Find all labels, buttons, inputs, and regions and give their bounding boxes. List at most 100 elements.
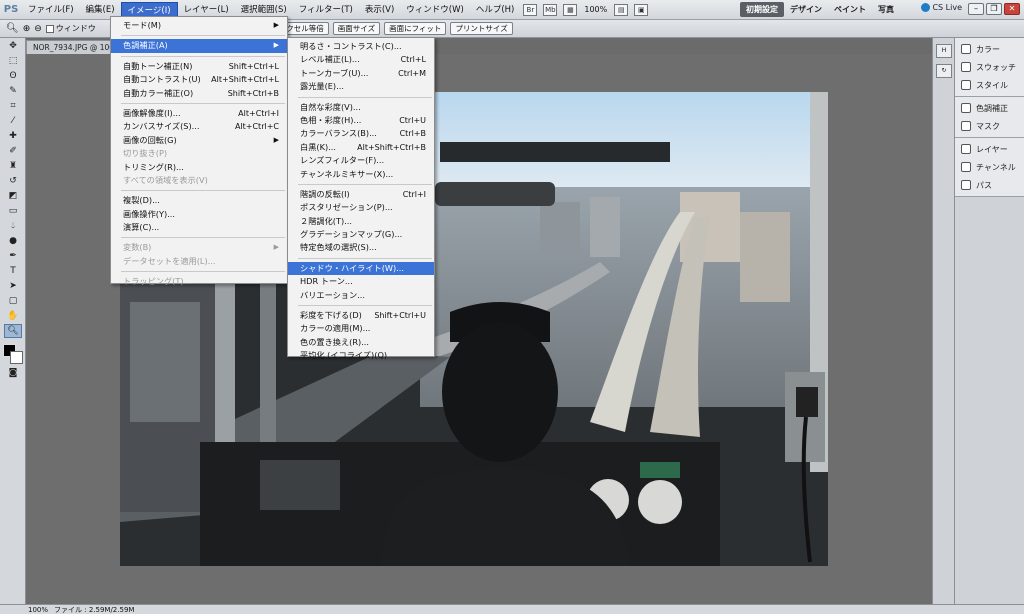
menu-item[interactable]: レンズフィルター(F)... (288, 154, 434, 167)
eraser-tool-icon[interactable]: ◩ (4, 189, 22, 203)
lasso-tool-icon[interactable]: ʘ (4, 69, 22, 83)
type-tool-icon[interactable]: T (4, 264, 22, 278)
cs-live[interactable]: CS Live (921, 3, 962, 12)
menu-item[interactable]: グラデーションマップ(G)... (288, 228, 434, 241)
workspace-button-2[interactable]: ペイント (828, 2, 872, 17)
menu-0[interactable]: ファイル(F) (22, 2, 80, 18)
histogram-icon[interactable]: H (936, 44, 952, 58)
menu-item[interactable]: 色調補正(A) ▶ (111, 39, 287, 53)
menu-8[interactable]: ヘルプ(H) (470, 2, 521, 18)
color-swatches[interactable] (3, 344, 23, 364)
menu-item[interactable]: HDR トーン... (288, 275, 434, 288)
path-selection-tool-icon[interactable]: ➤ (4, 279, 22, 293)
status-doc-info[interactable]: ファイル : 2.59M/2.59M (54, 605, 134, 614)
menu-item[interactable]: 階調の反転(I) Ctrl+I (288, 188, 434, 201)
menu-item[interactable]: シャドウ・ハイライト(W)... (288, 261, 434, 276)
panel-tab-group3-2[interactable]: パス (955, 176, 1024, 194)
blur-tool-icon[interactable]: 💧︎ (4, 219, 22, 233)
zoom-tool-icon[interactable]: 🔍︎ (6, 23, 19, 34)
menu-item[interactable]: カラーバランス(B)... Ctrl+B (288, 127, 434, 140)
fill-screen-button[interactable]: 画面にフィット (384, 22, 447, 35)
menu-7[interactable]: ウィンドウ(W) (400, 2, 470, 18)
panel-tab-group3-0[interactable]: レイヤー (955, 140, 1024, 158)
print-size-button[interactable]: プリントサイズ (450, 22, 513, 35)
menu-item[interactable]: 画像の回転(G) ▶ (111, 134, 287, 147)
menu-item-label: 画像操作(Y)... (123, 208, 175, 219)
menu-item[interactable]: 白黒(K)... Alt+Shift+Ctrl+B (288, 141, 434, 154)
menu-separator (121, 237, 285, 239)
brush-tool-icon[interactable]: ✐ (4, 144, 22, 158)
menu-item[interactable]: 複製(D)... (111, 194, 287, 207)
menu-item[interactable]: ポスタリゼーション(P)... (288, 201, 434, 214)
dodge-tool-icon[interactable]: ● (4, 234, 22, 248)
layers-icon (961, 144, 971, 154)
zoom-select[interactable]: 100% (584, 5, 607, 14)
menu-item[interactable]: レベル補正(L)... Ctrl+L (288, 53, 434, 66)
panel-tab-group1-1[interactable]: スウォッチ (955, 58, 1024, 76)
workspace-button-3[interactable]: 写真 (872, 2, 900, 17)
menu-item[interactable]: トーンカーブ(U)... Ctrl+M (288, 67, 434, 80)
hand-tool-icon[interactable]: ✋ (4, 309, 22, 323)
marquee-tool-icon[interactable]: ⬚ (4, 54, 22, 68)
close-button[interactable]: ✕ (1004, 3, 1020, 15)
background-color[interactable] (10, 351, 23, 364)
bridge-icon[interactable]: Br (523, 3, 538, 16)
pen-tool-icon[interactable]: ✒ (4, 249, 22, 263)
menu-item[interactable]: バリエーション... (288, 289, 434, 302)
gradient-tool-icon[interactable]: ▭ (4, 204, 22, 218)
menu-item[interactable]: 特定色域の選択(S)... (288, 241, 434, 254)
menu-item[interactable]: 露光量(E)... (288, 80, 434, 93)
history-icon[interactable]: ↻ (936, 64, 952, 78)
menu-item: データセットを適用(L)... (111, 255, 287, 268)
zoom-tool-selected-icon[interactable]: 🔍︎ (4, 324, 22, 338)
fit-screen-button[interactable]: 画面サイズ (332, 22, 381, 35)
status-zoom[interactable]: 100% (28, 606, 48, 614)
menu-item[interactable]: 自動トーン補正(N) Shift+Ctrl+L (111, 60, 287, 73)
menu-item: 変数(B) ▶ (111, 241, 287, 254)
arrange-documents-icon[interactable]: ▤ (614, 3, 629, 16)
clone-stamp-tool-icon[interactable]: ♜ (4, 159, 22, 173)
panel-tab-group1-2[interactable]: スタイル (955, 76, 1024, 94)
menu-item[interactable]: 彩度を下げる(D) Shift+Ctrl+U (288, 309, 434, 322)
panel-tab-group1-0[interactable]: カラー (955, 40, 1024, 58)
menu-item[interactable]: 画像解像度(I)... Alt+Ctrl+I (111, 107, 287, 120)
quick-select-tool-icon[interactable]: ✎ (4, 84, 22, 98)
menu-item[interactable]: 平均化 (イコライズ)(Q) (288, 349, 434, 362)
menu-item[interactable]: カラーの適用(M)... (288, 322, 434, 335)
zoom-in-icon[interactable]: ⊕ (23, 24, 31, 34)
panel-tab-group2-0[interactable]: 色調補正 (955, 99, 1024, 117)
menu-item[interactable]: 自然な彩度(V)... (288, 101, 434, 114)
menu-6[interactable]: 表示(V) (359, 2, 400, 18)
move-tool-icon[interactable]: ✥ (4, 39, 22, 53)
menu-item[interactable]: 色の置き換え(R)... (288, 336, 434, 349)
menu-item[interactable]: チャンネルミキサー(X)... (288, 168, 434, 181)
menu-item[interactable]: 色相・彩度(H)... Ctrl+U (288, 114, 434, 127)
screen-mode-icon[interactable]: ▣ (634, 3, 649, 16)
menu-5[interactable]: フィルター(T) (293, 2, 359, 18)
menu-item[interactable]: トリミング(R)... (111, 161, 287, 174)
panel-tab-group3-1[interactable]: チャンネル (955, 158, 1024, 176)
menu-item[interactable]: 演算(C)... (111, 221, 287, 234)
minimize-button[interactable]: – (968, 3, 984, 15)
quick-mask-icon[interactable]: ◙ (4, 366, 22, 380)
menu-item[interactable]: ２階調化(T)... (288, 215, 434, 228)
crop-tool-icon[interactable]: ⌗ (4, 99, 22, 113)
menu-item[interactable]: 明るさ・コントラスト(C)... (288, 40, 434, 53)
menu-item[interactable]: 自動コントラスト(U) Alt+Shift+Ctrl+L (111, 73, 287, 86)
healing-brush-tool-icon[interactable]: ✚ (4, 129, 22, 143)
workspace-button-0[interactable]: 初期設定 (740, 2, 784, 17)
eyedropper-tool-icon[interactable]: ⁄ (4, 114, 22, 128)
workspace-button-1[interactable]: デザイン (784, 2, 828, 17)
menu-item[interactable]: 自動カラー補正(O) Shift+Ctrl+B (111, 87, 287, 100)
mini-bridge-icon[interactable]: Mb (543, 3, 558, 16)
menu-item[interactable]: モード(M) ▶ (111, 19, 287, 32)
menu-item[interactable]: 画像操作(Y)... (111, 208, 287, 221)
resize-windows-checkbox[interactable]: ウィンドウ (45, 23, 96, 34)
menu-item[interactable]: カンバスサイズ(S)... Alt+Ctrl+C (111, 120, 287, 133)
view-extras-icon[interactable]: ▦ (563, 3, 578, 16)
panel-tab-group2-1[interactable]: マスク (955, 117, 1024, 135)
shape-tool-icon[interactable]: ▢ (4, 294, 22, 308)
restore-button[interactable]: ❐ (986, 3, 1002, 15)
zoom-out-icon[interactable]: ⊖ (34, 24, 42, 34)
history-brush-tool-icon[interactable]: ↺ (4, 174, 22, 188)
